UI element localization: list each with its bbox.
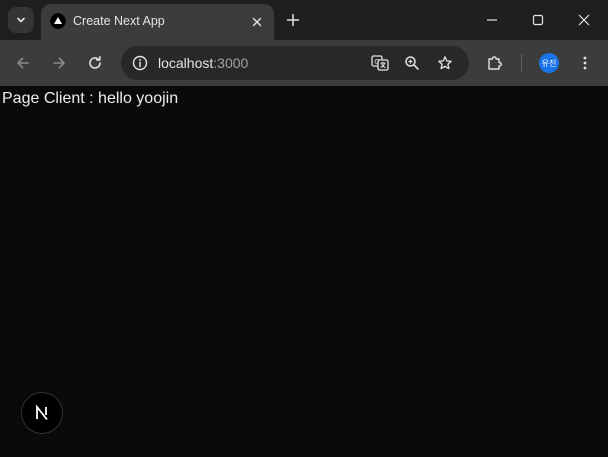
url-host: localhost: [158, 55, 214, 71]
profile-avatar[interactable]: 유진: [539, 53, 559, 73]
zoom-button[interactable]: [401, 52, 423, 74]
kebab-menu-icon: [577, 55, 593, 71]
url-port: :3000: [213, 55, 249, 71]
browser-menu-button[interactable]: [573, 51, 597, 75]
translate-icon: G: [371, 54, 389, 72]
minimize-icon: [486, 14, 498, 26]
tab-title: Create Next App: [73, 14, 165, 28]
translate-button[interactable]: G: [369, 52, 391, 74]
chevron-down-icon: [15, 14, 27, 26]
tab-close-button[interactable]: [248, 13, 266, 31]
close-icon: [252, 17, 262, 27]
page-client-text: Page Client : hello yoojin: [2, 90, 179, 107]
window-close-button[interactable]: [561, 0, 607, 40]
bookmark-button[interactable]: [434, 52, 456, 74]
arrow-left-icon: [15, 55, 31, 71]
arrow-right-icon: [51, 55, 67, 71]
plus-icon: [286, 13, 300, 27]
maximize-button[interactable]: [515, 0, 561, 40]
url-text[interactable]: localhost:3000: [158, 55, 248, 71]
extensions-button[interactable]: [483, 51, 507, 75]
minimize-button[interactable]: [469, 0, 515, 40]
tab-strip: Create Next App: [0, 0, 608, 40]
forward-button[interactable]: [47, 51, 71, 75]
maximize-icon: [532, 14, 544, 26]
nextjs-n-icon: [33, 404, 51, 422]
info-icon: [132, 55, 148, 71]
back-button[interactable]: [11, 51, 35, 75]
page-viewport: Page Client : hello yoojin: [0, 86, 608, 457]
tab-active[interactable]: Create Next App: [41, 4, 274, 40]
zoom-icon: [404, 55, 420, 71]
nextjs-triangle-icon: [50, 13, 66, 29]
new-tab-button[interactable]: [281, 8, 305, 32]
browser-window: Create Next App localhost:3000 G 유진 Page…: [0, 0, 608, 457]
tab-search-button[interactable]: [8, 7, 34, 33]
address-bar[interactable]: localhost:3000 G: [121, 46, 469, 80]
close-icon: [578, 14, 590, 26]
star-icon: [437, 55, 453, 71]
toolbar-divider: [521, 54, 522, 72]
reload-button[interactable]: [83, 51, 107, 75]
reload-icon: [87, 55, 103, 71]
puzzle-icon: [486, 54, 504, 72]
site-info-button[interactable]: [129, 52, 151, 74]
nextjs-dev-tools-button[interactable]: [22, 393, 62, 433]
browser-toolbar: localhost:3000 G 유진: [0, 40, 608, 86]
